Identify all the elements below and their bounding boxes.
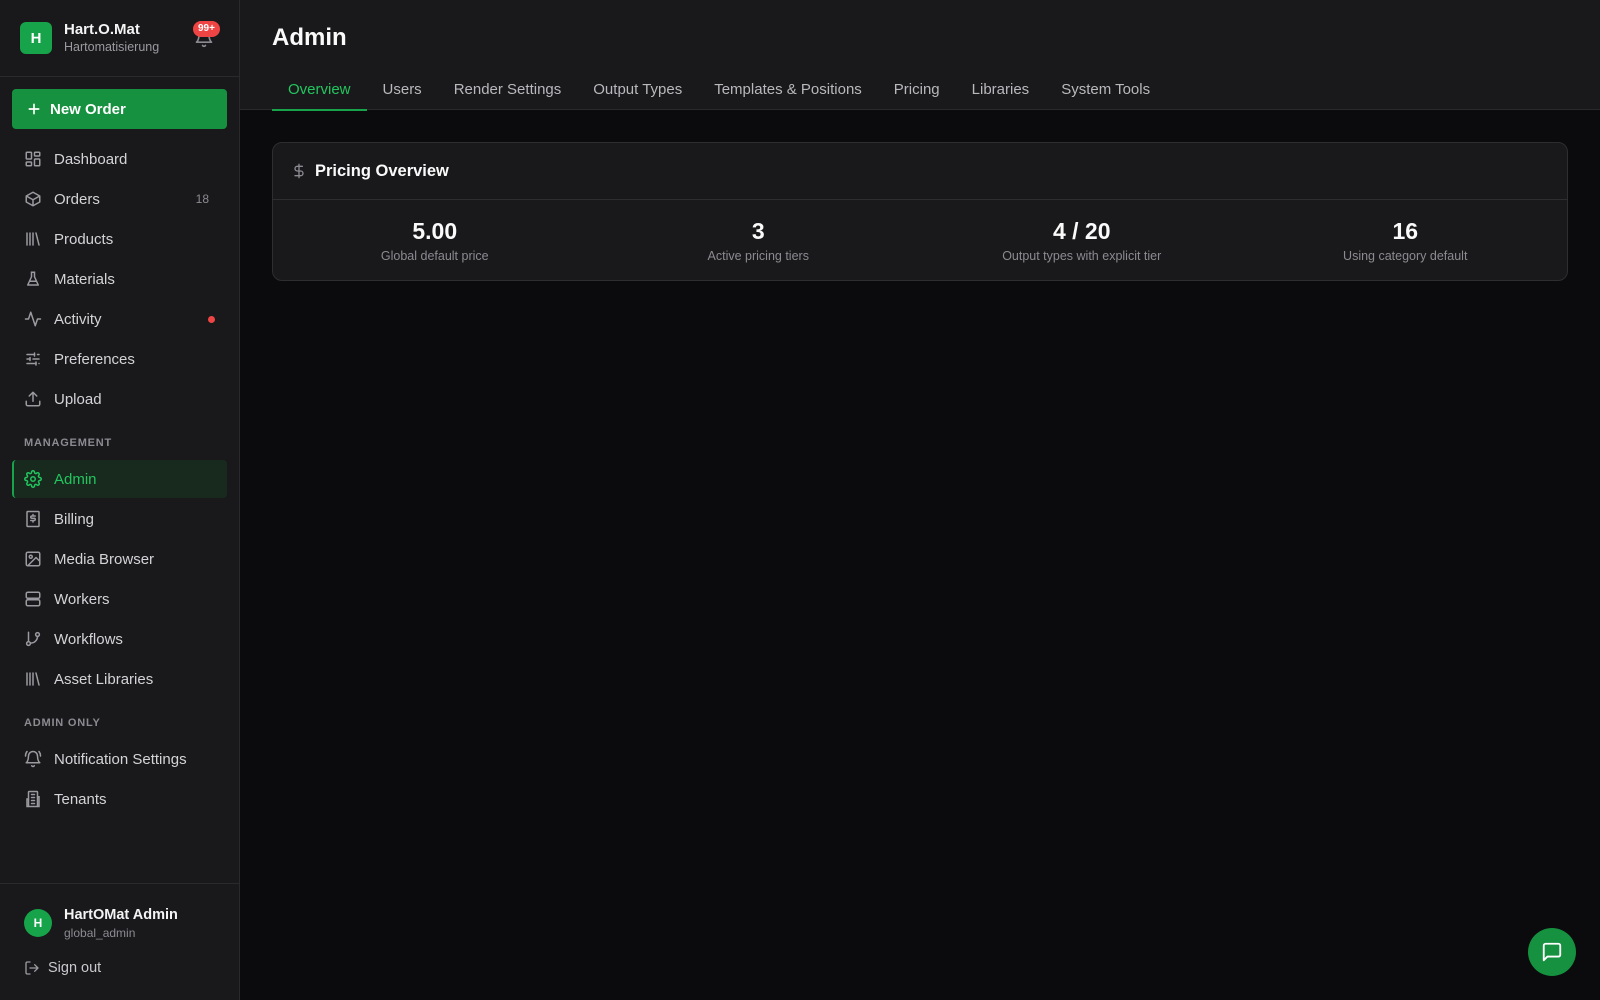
stat-label: Output types with explicit tier <box>1002 249 1162 263</box>
sidebar-item-label: Billing <box>54 510 95 528</box>
admin-tabs: Overview Users Render Settings Output Ty… <box>272 72 1166 111</box>
brand-name: Hart.O.Mat <box>64 21 140 38</box>
bell-ring-icon <box>24 750 42 768</box>
git-branch-icon <box>25 631 41 647</box>
sidebar-item-workflows[interactable]: Workflows <box>12 620 227 658</box>
receipt-dollar-icon <box>26 510 40 528</box>
server-icon <box>25 591 41 607</box>
sidebar-item-label: Activity <box>54 310 102 328</box>
sidebar-item-materials[interactable]: Materials <box>12 260 227 298</box>
sidebar-item-products[interactable]: Products <box>12 220 227 258</box>
brand-header: H Hart.O.Mat Hartomatisierung 99+ <box>0 0 239 77</box>
notification-badge: 99+ <box>193 21 220 37</box>
sliders-icon <box>26 352 40 366</box>
page-title: Admin <box>272 24 347 51</box>
sign-out-label: Sign out <box>48 960 102 976</box>
tab-overview[interactable]: Overview <box>272 72 367 111</box>
sidebar-item-label: Tenants <box>54 790 107 808</box>
sidebar-item-notification-settings[interactable]: Notification Settings <box>12 740 227 778</box>
sidebar-item-dashboard[interactable]: Dashboard <box>12 140 227 178</box>
sidebar-item-workers[interactable]: Workers <box>12 580 227 618</box>
sidebar-item-label: Preferences <box>54 350 135 368</box>
plus-icon <box>28 103 40 115</box>
user-role: global_admin <box>64 926 136 940</box>
sidebar-item-label: Admin <box>54 470 97 488</box>
gear-icon <box>24 470 42 488</box>
section-label-admin-only: ADMIN ONLY <box>24 717 101 729</box>
stat-label: Using category default <box>1343 249 1468 263</box>
brand-logo[interactable]: H <box>20 22 52 54</box>
upload-icon <box>25 391 41 407</box>
library-icon <box>26 232 40 246</box>
new-order-button[interactable]: New Order <box>12 89 227 129</box>
sign-out-button[interactable]: Sign out <box>24 960 101 976</box>
stat-active-pricing-tiers: 3 Active pricing tiers <box>597 200 921 280</box>
stat-value: 3 <box>751 218 765 244</box>
card-header: Pricing Overview <box>273 143 1567 200</box>
sidebar-item-label: Products <box>54 230 114 248</box>
tab-pricing[interactable]: Pricing <box>878 72 956 110</box>
section-label-management: MANAGEMENT <box>24 437 113 449</box>
tab-system-tools[interactable]: System Tools <box>1045 72 1166 110</box>
stat-label: Global default price <box>380 249 489 263</box>
new-order-label: New Order <box>50 100 126 118</box>
image-icon <box>25 551 41 567</box>
stat-using-category-default: 16 Using category default <box>1244 200 1568 280</box>
sidebar-item-label: Workers <box>54 590 110 608</box>
building-icon <box>26 790 40 808</box>
dollar-icon <box>294 163 304 179</box>
sidebar-item-orders[interactable]: Orders 18 <box>12 180 227 218</box>
tab-render-settings[interactable]: Render Settings <box>438 72 578 110</box>
sidebar-item-activity[interactable]: Activity <box>12 300 227 338</box>
sidebar-item-label: Orders <box>54 190 100 208</box>
sidebar-item-label: Workflows <box>54 630 123 648</box>
user-name: HartOMat Admin <box>64 907 178 923</box>
sidebar-item-tenants[interactable]: Tenants <box>12 780 227 818</box>
sidebar-item-billing[interactable]: Billing <box>12 500 227 538</box>
stat-value: 5.00 <box>412 218 458 244</box>
user-profile: H HartOMat Admin global_admin Sign out <box>0 883 239 1000</box>
stat-value: 16 <box>1392 218 1419 244</box>
flask-icon <box>27 271 39 286</box>
stats-row: 5.00 Global default price 3 Active prici… <box>273 200 1567 280</box>
sidebar-item-preferences[interactable]: Preferences <box>12 340 227 378</box>
dashboard-icon <box>25 151 41 167</box>
sidebar-item-label: Materials <box>54 270 115 288</box>
sidebar-item-label: Notification Settings <box>54 750 187 768</box>
sidebar: H Hart.O.Mat Hartomatisierung 99+ New Or… <box>0 0 240 1000</box>
sidebar-item-media-browser[interactable]: Media Browser <box>12 540 227 578</box>
pricing-overview-card: Pricing Overview 5.00 Global default pri… <box>272 142 1568 281</box>
tab-libraries[interactable]: Libraries <box>956 72 1046 110</box>
tab-templates-positions[interactable]: Templates & Positions <box>698 72 878 110</box>
stat-global-default-price: 5.00 Global default price <box>273 200 597 280</box>
chat-icon <box>1542 942 1562 962</box>
orders-count-badge: 18 <box>195 192 209 206</box>
avatar[interactable]: H <box>24 909 52 937</box>
sidebar-item-label: Dashboard <box>54 150 128 168</box>
stat-output-types-explicit-tier: 4 / 20 Output types with explicit tier <box>920 200 1244 280</box>
card-title: Pricing Overview <box>315 161 449 180</box>
sidebar-item-upload[interactable]: Upload <box>12 380 227 418</box>
sidebar-item-label: Asset Libraries <box>54 670 154 688</box>
stat-label: Active pricing tiers <box>707 249 809 263</box>
page-header: Admin Overview Users Render Settings Out… <box>240 0 1600 111</box>
tab-output-types[interactable]: Output Types <box>577 72 698 110</box>
brand-subtitle: Hartomatisierung <box>64 40 160 54</box>
chat-button[interactable] <box>1528 928 1576 976</box>
log-out-icon <box>25 961 39 975</box>
package-icon <box>25 191 41 207</box>
sidebar-item-label: Media Browser <box>54 550 155 568</box>
sidebar-item-asset-libraries[interactable]: Asset Libraries <box>12 660 227 698</box>
tab-users[interactable]: Users <box>367 72 438 110</box>
sidebar-item-admin[interactable]: Admin <box>12 460 227 498</box>
library-icon <box>26 672 40 686</box>
activity-unread-dot <box>208 315 215 323</box>
stat-value: 4 / 20 <box>1052 218 1111 244</box>
sidebar-item-label: Upload <box>54 390 102 408</box>
activity-icon <box>24 311 42 327</box>
